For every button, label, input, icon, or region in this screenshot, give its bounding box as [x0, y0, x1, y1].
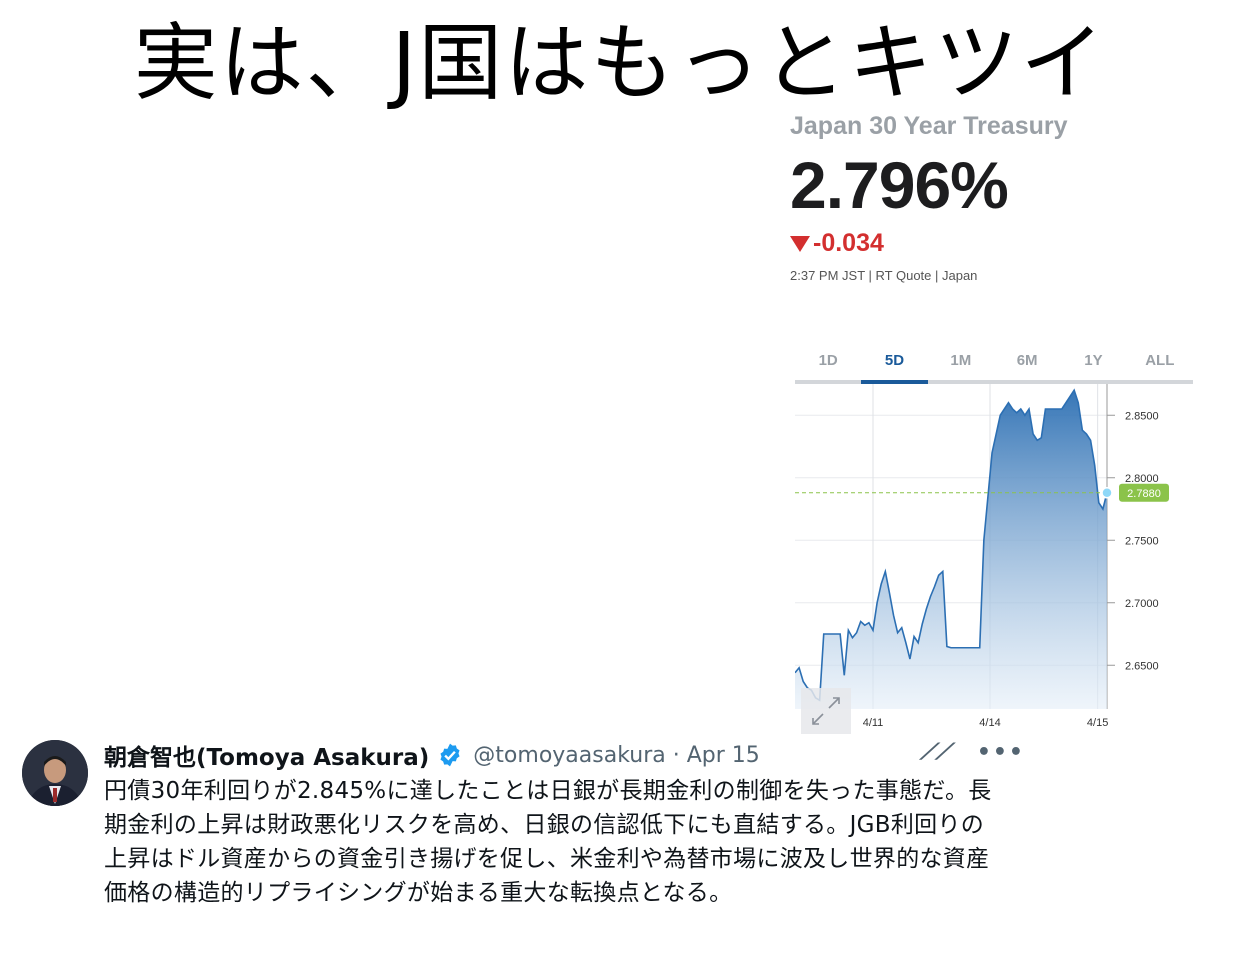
quote-panel: Japan 30 Year Treasury 2.796% -0.034 2:3… [790, 112, 1210, 283]
timeframe-tabs: 1D 5D 1M 6M 1Y ALL [795, 348, 1193, 384]
down-triangle-icon [790, 235, 810, 252]
area-fill [795, 390, 1107, 709]
chart-svg: 2.8500 2.8000 2.7500 2.7000 2.6500 4/11 4/14 4/… [795, 384, 1169, 729]
y-tick-label: 2.8000 [1125, 473, 1159, 485]
avatar-image [22, 740, 88, 806]
handle-date[interactable]: @tomoyaasakura · Apr 15 [473, 743, 759, 768]
price-change: -0.034 [790, 229, 1210, 258]
author-name[interactable]: 朝倉智也(Tomoya Asakura) [104, 738, 429, 772]
current-value-label: 2.7880 [1127, 488, 1161, 500]
tab-5d[interactable]: 5D [861, 348, 928, 384]
yield-chart: 2.8500 2.8000 2.7500 2.7000 2.6500 4/11 4/14 4/… [795, 384, 1195, 734]
headline: 実は、J国はもっとキツイ [133, 14, 1107, 112]
tab-6m[interactable]: 6M [994, 348, 1060, 380]
x-tick-label: 4/11 [863, 717, 884, 729]
x-tick-label: 4/14 [979, 717, 1000, 729]
verified-badge-icon [440, 743, 460, 767]
grok-icon[interactable]: ⟋⟋ [920, 740, 951, 765]
expand-chart-button[interactable] [801, 688, 851, 734]
tab-1y[interactable]: 1Y [1060, 348, 1126, 380]
y-tick-label: 2.7000 [1125, 598, 1159, 610]
tweet-text: 円債30年利回りが2.845%に達したことは日銀が長期金利の制御を失った事態だ。… [104, 778, 992, 906]
instrument-name: Japan 30 Year Treasury [790, 112, 1068, 140]
expand-icon [812, 697, 840, 725]
tab-1d[interactable]: 1D [795, 348, 861, 380]
change-value: -0.034 [813, 229, 884, 257]
price-value: 2.796% [790, 148, 1009, 222]
tab-all[interactable]: ALL [1127, 348, 1193, 380]
tweet-header: 朝倉智也(Tomoya Asakura) @tomoyaasakura · Ap… [104, 738, 760, 772]
quote-meta: 2:37 PM JST | RT Quote | Japan [790, 268, 978, 283]
y-tick-label: 2.8500 [1125, 410, 1159, 422]
current-point [1101, 487, 1113, 499]
y-tick-label: 2.7500 [1125, 535, 1159, 547]
avatar[interactable] [22, 740, 88, 806]
more-options-icon[interactable]: ••• [977, 740, 1025, 765]
tab-1m[interactable]: 1M [928, 348, 994, 380]
x-tick-label: 4/15 [1087, 717, 1108, 729]
tweet-tools: ⟋⟋ ••• [920, 740, 1025, 765]
y-tick-label: 2.6500 [1125, 660, 1159, 672]
